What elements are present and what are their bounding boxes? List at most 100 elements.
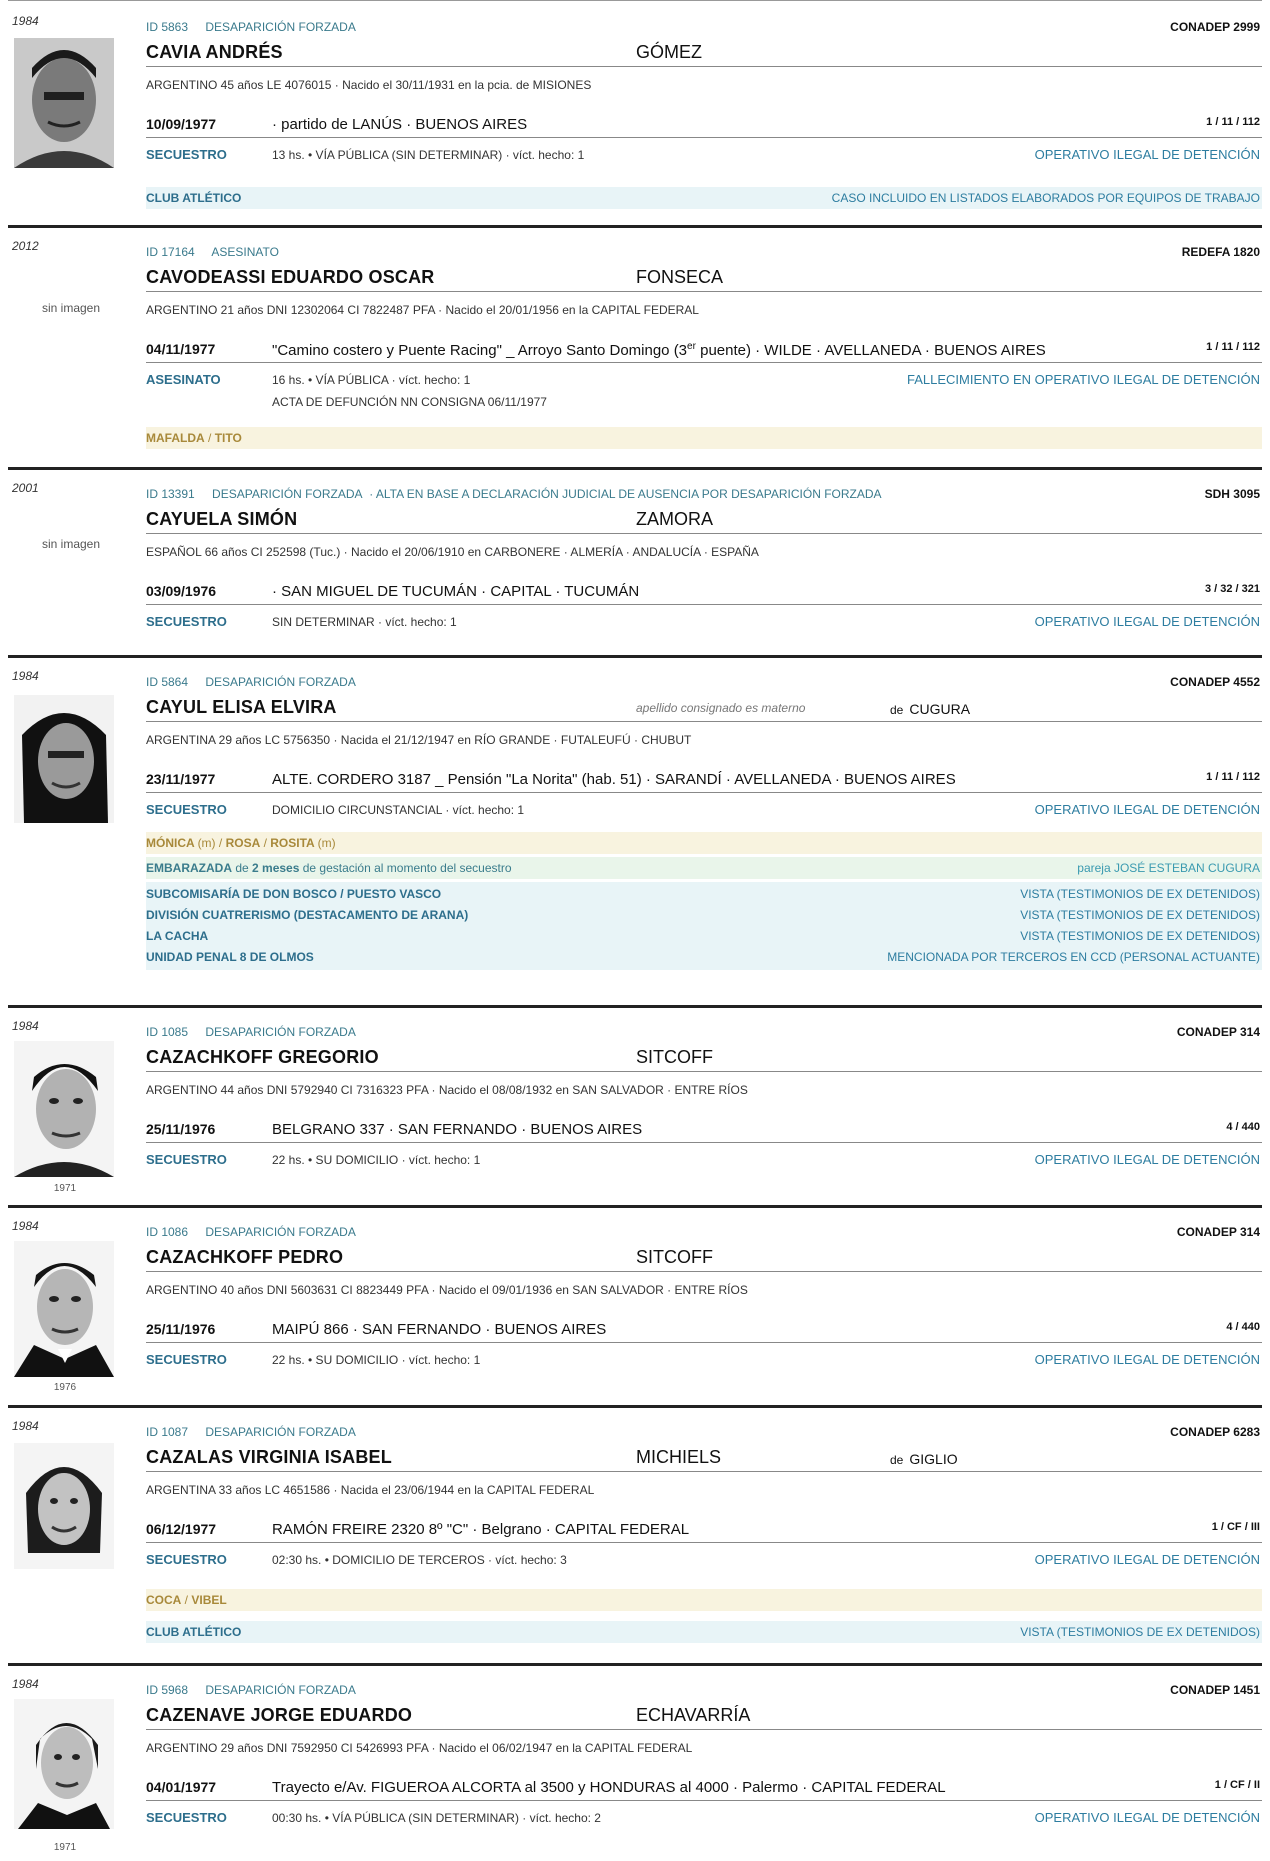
ccd-row: SUBCOMISARÍA DE DON BOSCO / PUESTO VASCO…	[146, 884, 1262, 905]
personal-data: ARGENTINO 29 años DNI 7592950 CI 5426993…	[146, 1741, 693, 1755]
event-category: SECUESTRO	[146, 1810, 227, 1825]
portrait-photo-icon	[14, 38, 114, 168]
victim-name: CAZACHKOFF PEDRO	[146, 1247, 344, 1267]
ccd-row: UNIDAD PENAL 8 DE OLMOS MENCIONADA POR TE…	[146, 947, 1262, 968]
divider	[146, 533, 1262, 534]
ccd-name: CLUB ATLÉTICO	[146, 191, 242, 205]
victim-name: CAYUL ELISA ELVIRA	[146, 697, 337, 717]
ccd-status: VISTA (TESTIMONIOS DE EX DETENIDOS)	[1020, 929, 1260, 943]
personal-data: ARGENTINA 29 años LC 5756350 · Nacida el…	[146, 733, 692, 747]
record-source: CONADEP 4552	[1170, 675, 1260, 689]
file-reference: 3 / 32 / 321	[1204, 583, 1260, 595]
record-source: CONADEP 6283	[1170, 1425, 1260, 1439]
divider	[146, 1142, 1262, 1143]
event-place: · SAN MIGUEL DE TUCUMÁN · CAPITAL · TUCU…	[272, 583, 640, 600]
event-detail: 16 hs. • VÍA PÚBLICA · víct. hecho: 1	[272, 373, 471, 387]
entry-divider	[8, 1405, 1262, 1408]
maternal-surname: ZAMORA	[636, 509, 714, 529]
married-name: de CUGURA	[890, 701, 970, 717]
victim-photo	[14, 1699, 114, 1829]
victim-photo	[14, 1241, 114, 1377]
divider	[146, 604, 1262, 605]
file-reference: 1 / 11 / 112	[1206, 116, 1260, 128]
event-place: MAIPÚ 866 · SAN FERNANDO · BUENOS AIRES	[272, 1321, 607, 1338]
victims-listing: 1984 ID 5863 DESAPARICIÓN FORZADA CONADE…	[0, 0, 1270, 1861]
ccd-name: LA CACHA	[146, 929, 209, 943]
victim-entry: 1984 1971 ID 1085 DESAPARICIÓN FORZADA C…	[0, 1005, 1270, 1200]
record-year: 1984	[12, 1419, 39, 1433]
pregnancy-text: de gestación al momento del secuestro	[299, 861, 512, 875]
victim-name: CAYUELA SIMÓN	[146, 509, 298, 529]
record-source: REDEFA 1820	[1181, 245, 1260, 259]
event-category: SECUESTRO	[146, 1352, 227, 1367]
record-year: 1984	[12, 14, 39, 28]
photo-year: 1971	[53, 1183, 77, 1194]
record-source: CONADEP 1451	[1170, 1683, 1260, 1697]
event-place: · partido de LANÚS · BUENOS AIRES	[272, 116, 528, 133]
de-prefix: de	[890, 1453, 904, 1467]
divider	[146, 66, 1262, 67]
event-detail: DOMICILIO CIRCUNSTANCIAL · víct. hecho: …	[272, 803, 525, 817]
event-date: 06/12/1977	[146, 1521, 217, 1537]
entry-divider	[8, 1663, 1262, 1666]
event-place: ALTE. CORDERO 3187 _ Pensión "La Norita"…	[272, 771, 956, 788]
alias: ROSA	[225, 836, 261, 850]
record-type: ASESINATO	[211, 245, 279, 259]
alias-mark: (m)	[197, 836, 216, 850]
record-id: ID 13391	[146, 487, 195, 501]
record-type: DESAPARICIÓN FORZADA	[212, 487, 362, 501]
entry-divider	[8, 1005, 1262, 1008]
maternal-surname: SITCOFF	[636, 1247, 713, 1267]
ccd-row: DIVISIÓN CUATRERISMO (DESTACAMENTO DE AR…	[146, 905, 1262, 926]
event-status: OPERATIVO ILEGAL DE DETENCIÓN	[1034, 614, 1260, 629]
entry-divider	[8, 467, 1262, 470]
maternal-surname: SITCOFF	[636, 1047, 713, 1067]
record-year: 1984	[12, 1219, 39, 1233]
event-detail: SIN DETERMINAR · víct. hecho: 1	[272, 615, 457, 629]
ccd-status: CASO INCLUIDO EN LISTADOS ELABORADOS POR…	[831, 191, 1260, 205]
event-detail: 22 hs. • SU DOMICILIO · víct. hecho: 1	[272, 1353, 481, 1367]
record-year: 1984	[12, 1677, 39, 1691]
ccd-name: CLUB ATLÉTICO	[146, 1625, 242, 1639]
divider	[146, 137, 1262, 138]
maternal-surname: FONSECA	[636, 267, 724, 287]
victim-photo	[14, 1443, 114, 1569]
record-type: DESAPARICIÓN FORZADA	[205, 1225, 356, 1239]
record-meta: ID 1086 DESAPARICIÓN FORZADA	[146, 1225, 356, 1239]
divider	[146, 1271, 1262, 1272]
record-id: ID 5863	[146, 20, 189, 34]
event-status: OPERATIVO ILEGAL DE DETENCIÓN	[1034, 802, 1260, 817]
event-category: SECUESTRO	[146, 614, 227, 629]
ccd-row: LA CACHA VISTA (TESTIMONIOS DE EX DETENID…	[146, 926, 1262, 947]
ccd-name: UNIDAD PENAL 8 DE OLMOS	[146, 950, 314, 964]
record-year: 1984	[12, 669, 39, 683]
personal-data: ARGENTINO 40 años DNI 5603631 CI 8823449…	[146, 1283, 748, 1297]
divider	[146, 1542, 1262, 1543]
victim-entry: 1984 ID 5864 DESAPARICIÓN FORZADA CONADE…	[0, 655, 1270, 995]
divider	[146, 1471, 1262, 1472]
ccd-band: CLUB ATLÉTICO VISTA (TESTIMONIOS DE EX D…	[146, 1621, 1262, 1643]
event-category: SECUESTRO	[146, 1152, 227, 1167]
portrait-photo-icon	[14, 695, 114, 823]
divider	[146, 1800, 1262, 1801]
de-prefix: de	[890, 703, 904, 717]
alias-band: MÓNICA (m) / ROSA / ROSITA (m)	[146, 832, 1262, 854]
event-category: SECUESTRO	[146, 802, 227, 817]
portrait-photo-icon	[14, 1699, 114, 1829]
event-place: RAMÓN FREIRE 2320 8º "C" · Belgrano · CA…	[272, 1521, 690, 1538]
pregnancy-info: EMBARAZADA de 2 meses de gestación al mo…	[146, 857, 512, 879]
file-reference: 4 / 440	[1226, 1321, 1260, 1333]
victim-name: CAVODEASSI EDUARDO OSCAR	[146, 267, 435, 287]
divider	[146, 792, 1262, 793]
maternal-surname: GÓMEZ	[636, 42, 702, 62]
event-category: SECUESTRO	[146, 1552, 227, 1567]
record-year: 2012	[12, 239, 39, 253]
ccd-band: CLUB ATLÉTICO CASO INCLUIDO EN LISTADOS …	[146, 187, 1262, 209]
record-meta: ID 5968 DESAPARICIÓN FORZADA	[146, 1683, 356, 1697]
married-name: de GIGLIO	[890, 1451, 958, 1467]
record-id: ID 1086	[146, 1225, 189, 1239]
victim-photo	[14, 38, 114, 168]
victim-photo	[14, 1041, 114, 1177]
victim-name: CAZENAVE JORGE EDUARDO	[146, 1705, 413, 1725]
divider	[146, 1342, 1262, 1343]
